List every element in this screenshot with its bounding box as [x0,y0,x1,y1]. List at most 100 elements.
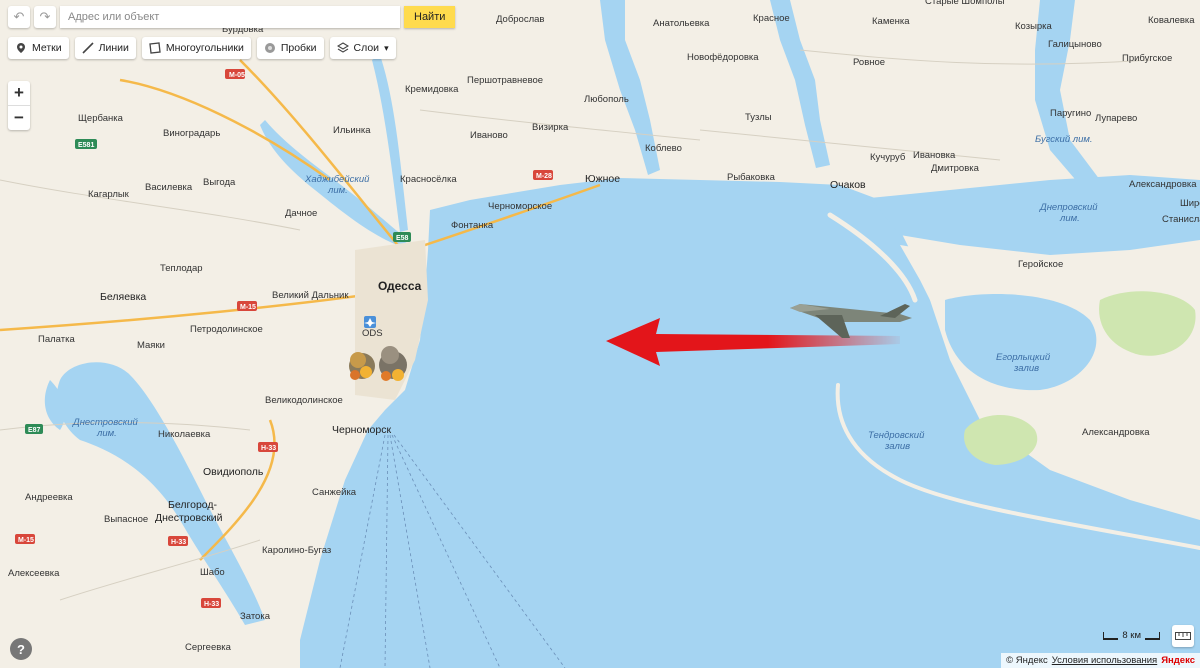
tool-placemarks[interactable]: Метки [8,37,69,59]
tool-polygons[interactable]: Многоугольники [141,37,251,59]
city-label-yuzhnoe: Южное [585,173,620,185]
road-badge: M-05 [225,69,245,79]
city-label-belyaevka: Беляевка [100,291,146,303]
traffic-icon [264,42,276,54]
water-label-bug: Бугский лим. [1035,134,1093,145]
road-badge: M-28 [533,170,553,180]
place-label: Фонтанка [451,220,494,231]
scale-bar-left [1103,631,1119,640]
place-label: Кагарлык [88,189,130,200]
road-badge: H-33 [201,598,221,608]
place-label: Любополь [584,94,629,105]
place-label: Ивановка [913,150,956,161]
copyright-bar: © Яндекс Условия использования Яндекс [1001,653,1200,668]
place-label: Коблево [645,143,682,154]
place-label: Затока [240,611,271,622]
place-label: Прибугское [1122,53,1172,64]
city-label-ovidiopol: Овидиополь [203,466,264,478]
copyright-text: © Яндекс [1006,655,1048,666]
zoom-control: + − [8,81,30,130]
place-label: Выгода [203,177,236,188]
place-label: Старые Шомполы [925,0,1005,7]
yandex-logo[interactable]: Яндекс [1161,655,1195,666]
place-label: Доброслав [496,14,544,25]
city-label-chernomorsk: Черноморск [332,424,391,436]
khadzhibey-line-1: Хаджибейский [304,174,370,185]
place-label: Черноморское [488,201,552,212]
svg-text:H-33: H-33 [204,601,219,608]
place-label: Визирка [532,122,569,133]
place-label: Василевка [145,182,193,193]
road-badge: E58 [393,232,411,242]
place-label: Першотравневое [467,75,543,86]
tool-label: Метки [32,42,62,54]
place-label: Галицыново [1048,39,1102,50]
search-input[interactable] [60,6,400,28]
svg-text:M-15: M-15 [18,537,34,544]
place-label: Красносёлка [400,174,457,185]
place-label: Александровка [1129,179,1197,190]
place-label: Станислав [1162,214,1200,225]
help-button[interactable]: ? [10,638,32,660]
place-label: Кремидовка [405,84,459,95]
place-label: Лупарево [1095,113,1137,124]
map-canvas[interactable]: M-05 E581 M-28 E58 M-15 E87 H-33 M-15 H-… [0,0,1200,668]
tendra-line-2: залив [884,441,910,452]
city-label-ochakov: Очаков [830,179,866,191]
tool-traffic[interactable]: Пробки [256,37,324,59]
place-label: Алексеевка [8,568,60,579]
ruler-icon[interactable] [1172,625,1194,647]
place-label: Рыбаковка [727,172,776,183]
place-label: Санжейка [312,487,357,498]
tendra-line-1: Тендровский [868,430,925,441]
chevron-down-icon: ▾ [384,42,389,53]
place-label: Дмитровка [931,163,980,174]
layers-icon [336,42,349,54]
zoom-in-button[interactable]: + [8,81,30,105]
place-label: Маяки [137,340,165,351]
place-label: Тузлы [745,112,772,123]
place-label: Ровное [853,57,885,68]
place-label: Анатольевка [653,18,710,29]
place-label: Великий Дальник [272,290,349,301]
place-label: Новофёдоровка [687,52,759,63]
undo-icon[interactable]: ↶ [8,6,30,28]
road-badge: E581 [75,139,97,149]
scale-label: 8 км [1122,630,1141,641]
svg-text:M-05: M-05 [229,72,245,79]
belgorod-line-1: Белгород- [168,499,218,511]
place-label: Сергеевка [185,642,232,653]
road-badge: H-33 [168,536,188,546]
tool-label: Слои [353,42,380,54]
place-label: Палатка [38,334,75,345]
terms-link[interactable]: Условия использования [1052,655,1157,666]
place-label: Каменка [872,16,910,27]
redo-icon[interactable]: ↷ [34,6,56,28]
airport-icon[interactable] [364,316,376,328]
belgorod-line-2: Днестровский [155,512,223,524]
svg-text:H-33: H-33 [171,539,186,546]
svg-text:M-28: M-28 [536,173,552,180]
pin-icon [15,42,27,54]
dniester-line-1: Днестровский [72,417,138,428]
line-icon [82,42,94,54]
egorlyk-line-1: Егорлыцкий [996,352,1051,363]
find-button[interactable]: Найти [404,6,456,28]
place-label: Петродолинское [190,324,263,335]
place-label: Николаевка [158,429,211,440]
svg-text:E581: E581 [78,142,94,149]
dniester-line-2: лим. [96,428,117,439]
place-label: Великодолинское [265,395,343,406]
road-badge: M-15 [15,534,35,544]
place-label: Паругино [1050,108,1091,119]
tools-bar: Метки Линии Многоугольники Пробки Слои ▾ [8,37,396,59]
scale-bar: 8 км [1103,630,1160,641]
tool-layers[interactable]: Слои ▾ [329,37,396,59]
tool-lines[interactable]: Линии [74,37,136,59]
place-label: Александровка [1082,427,1150,438]
place-label: Виноградарь [163,128,220,139]
zoom-out-button[interactable]: − [8,105,30,130]
egorlyk-line-2: залив [1013,363,1039,374]
place-label: Козырка [1015,21,1053,32]
svg-text:H-33: H-33 [261,445,276,452]
